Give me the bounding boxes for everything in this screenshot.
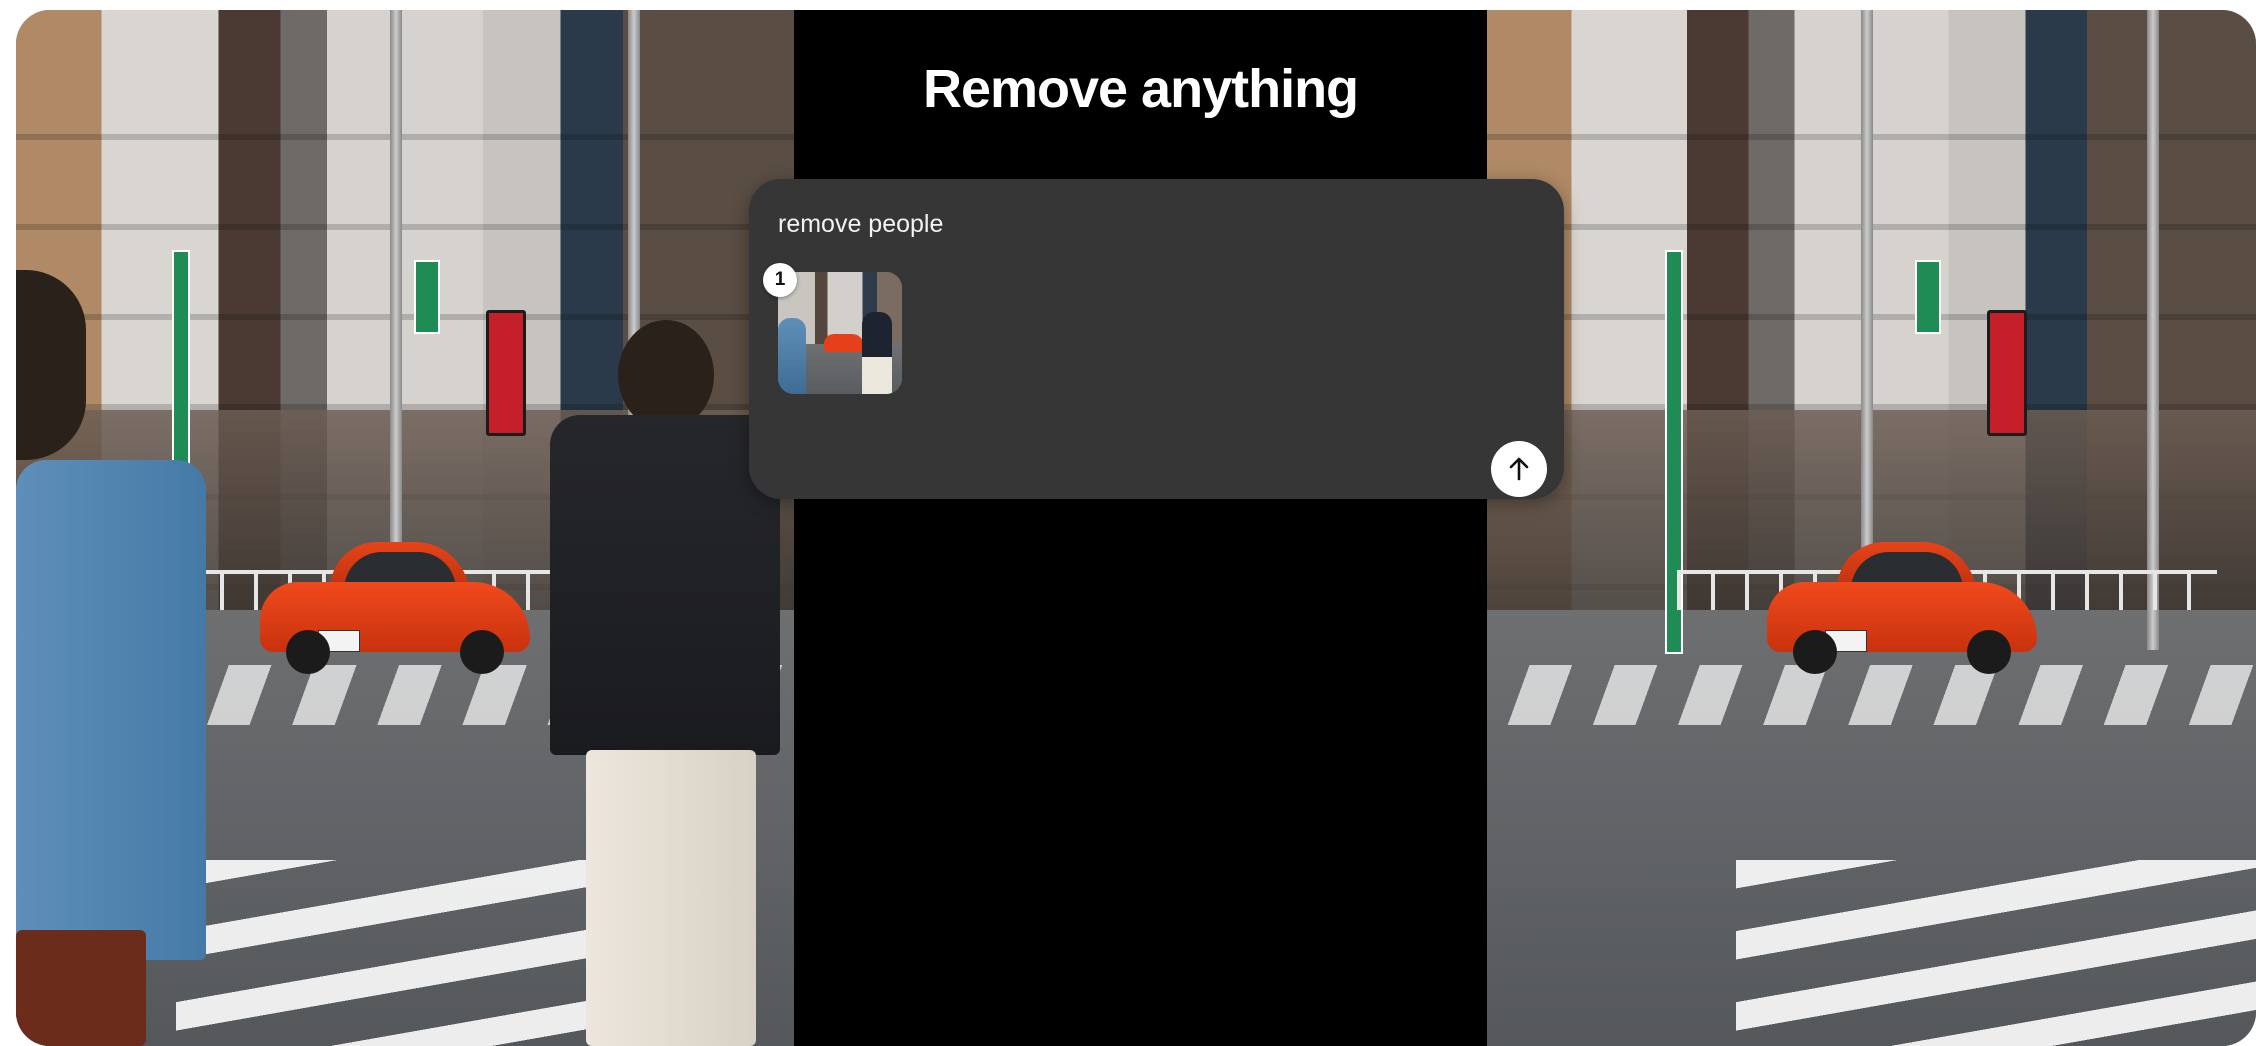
scene-crosswalk-near: [1736, 860, 2256, 1046]
street-sign: [1915, 260, 1941, 334]
arrow-up-icon: [1509, 457, 1529, 481]
prompt-input[interactable]: [778, 207, 1498, 241]
car-wheel: [286, 630, 330, 674]
scene-crosswalk-far: [1487, 665, 2256, 725]
image-thumbnail-icon: [778, 272, 902, 394]
person-denim-jacket: [16, 270, 226, 1046]
thumb-person: [862, 312, 892, 394]
page: Remove anything remove people 1: [0, 0, 2256, 1046]
car-wheel: [1793, 630, 1837, 674]
attachment-index-badge: 1: [763, 263, 797, 297]
person-head: [16, 270, 86, 460]
car-wheel: [1967, 630, 2011, 674]
car-wheel: [460, 630, 504, 674]
original-scene: [16, 10, 794, 1046]
original-video-panel: [16, 10, 794, 1046]
person-legs: [586, 750, 756, 1046]
red-car: [260, 542, 530, 674]
street-sign: [414, 260, 440, 334]
attachment-thumbnail[interactable]: [778, 272, 902, 394]
page-title: Remove anything: [922, 59, 1359, 119]
shop-sign: [1987, 310, 2027, 436]
prompt-composer: 1: [749, 179, 1564, 499]
person-head: [618, 320, 714, 430]
shop-sign: [486, 310, 526, 436]
red-car: [1767, 542, 2037, 674]
stage: Remove anything remove people 1: [16, 10, 2256, 1046]
result-video-panel: [1487, 10, 2256, 1046]
send-button[interactable]: [1491, 441, 1547, 497]
person-torso: [550, 415, 780, 755]
result-scene: [1487, 10, 2256, 1046]
thumb-person: [778, 318, 806, 394]
thumb-car: [824, 334, 864, 352]
person-torso: [16, 460, 206, 960]
person-legs: [16, 930, 146, 1046]
utility-pole: [2147, 10, 2159, 650]
